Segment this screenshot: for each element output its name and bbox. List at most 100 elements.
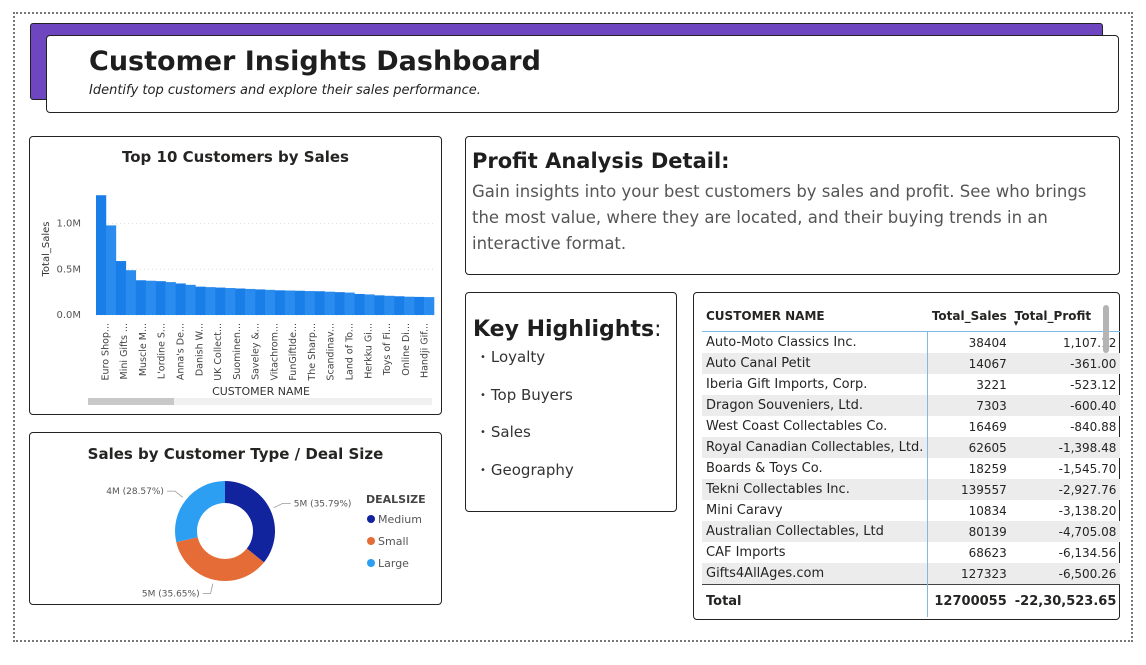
table-row[interactable]: Gifts4AllAges.com 127323 -6,500.26	[702, 563, 1121, 585]
donut-data-label: 4M (28.57%)	[106, 487, 164, 497]
y-tick-label: 1.0M	[56, 219, 81, 230]
customer-name-cell: Royal Canadian Collectables, Ltd.	[702, 437, 929, 458]
x-tick-label: The Sharp...	[307, 323, 318, 382]
total-sales-cell: 7303	[927, 395, 1011, 416]
bar-mark[interactable]	[404, 296, 415, 315]
bar-mark[interactable]	[265, 289, 276, 315]
highlight-item-geography: Geography	[480, 461, 574, 499]
bar-mark[interactable]	[105, 225, 117, 315]
header-card: Customer Insights Dashboard Identify top…	[46, 35, 1119, 113]
y-tick-label: 0.0M	[56, 310, 81, 321]
bar-mark[interactable]	[96, 195, 107, 315]
total-label: Total	[702, 584, 929, 617]
bar-mark[interactable]	[394, 296, 405, 315]
bar-mark[interactable]	[245, 288, 256, 315]
bar-mark[interactable]	[125, 270, 137, 315]
bar-mark[interactable]	[155, 281, 166, 315]
key-highlights-title: Key Highlights:	[473, 317, 661, 342]
bar-mark[interactable]	[364, 294, 375, 315]
page-title: Customer Insights Dashboard	[89, 46, 541, 77]
total-profit-cell: -840.88	[1070, 419, 1117, 434]
x-tick-label: Online Di...	[401, 323, 412, 376]
legend-item[interactable]: Large	[378, 557, 409, 570]
legend-item[interactable]: Small	[378, 535, 409, 548]
col-header-total-profit-label: Total_Profit	[1014, 309, 1092, 323]
x-tick-label: Herkku Gi...	[363, 323, 374, 379]
table-row[interactable]: Australian Collectables, Ltd 80139 -4,705.…	[702, 521, 1121, 542]
bar-mark[interactable]	[294, 290, 306, 315]
legend-item[interactable]: Medium	[378, 513, 422, 526]
horizontal-scrollbar-thumb[interactable]	[88, 398, 174, 405]
bar-mark[interactable]	[314, 291, 325, 315]
bar-mark[interactable]	[175, 283, 186, 315]
table-row[interactable]: CAF Imports 68623 -6,134.56	[702, 542, 1120, 563]
bar-mark[interactable]	[165, 282, 176, 315]
bar-mark[interactable]	[414, 296, 425, 315]
bar-mark[interactable]	[255, 289, 266, 315]
table-row[interactable]: Boards & Toys Co. 18259 -1,545.70	[702, 458, 1120, 479]
bar-mark[interactable]	[145, 280, 156, 315]
customer-name-cell: Dragon Souveniers, Ltd.	[702, 395, 929, 416]
bar-mark[interactable]	[354, 293, 365, 315]
leader-line	[166, 490, 184, 498]
bar-mark[interactable]	[225, 288, 236, 315]
bar-mark[interactable]	[344, 292, 355, 315]
table-row[interactable]: Dragon Souveniers, Ltd. 7303 -600.40	[702, 395, 1121, 416]
col-header-total-sales[interactable]: Total_Sales	[927, 301, 1011, 332]
table-row[interactable]: Mini Caravy 10834 -3,138.20	[702, 500, 1120, 521]
bar-mark[interactable]	[135, 280, 147, 315]
table-row[interactable]: Auto Canal Petit 14067 -361.00	[702, 353, 1121, 374]
y-tick-label: 0.5M	[56, 264, 81, 275]
top-customers-chart-card[interactable]: Top 10 Customers by Sales 0.0M 0.5M 1.0M E…	[29, 136, 442, 415]
customer-table: CUSTOMER NAME Total_Sales Total_Profit ▾ …	[702, 301, 1121, 617]
deal-size-chart-card[interactable]: Sales by Customer Type / Deal Size 5M (3…	[29, 432, 442, 605]
customer-name-cell: Iberia Gift Imports, Corp.	[702, 374, 929, 395]
bar-mark[interactable]	[195, 286, 206, 315]
bar-mark[interactable]	[205, 287, 216, 315]
total-sales-cell: 139557	[927, 479, 1011, 500]
bar-mark[interactable]	[235, 288, 246, 315]
bar-mark[interactable]	[185, 284, 196, 315]
table-row[interactable]: Tekni Collectables Inc. 139557 -2,927.76	[702, 479, 1121, 500]
total-sales-cell: 3221	[976, 377, 1007, 392]
bar-mark[interactable]	[215, 287, 226, 315]
bar-mark[interactable]	[304, 291, 316, 315]
customer-name-cell: Auto-Moto Classics Inc.	[702, 331, 929, 353]
table-row[interactable]: Iberia Gift Imports, Corp. 3221 -523.12	[702, 374, 1120, 395]
page-subtitle: Identify top customers and explore their…	[89, 83, 481, 98]
table-row[interactable]: West Coast Collectables Co. 16469 -840.88	[702, 416, 1120, 437]
bar-mark[interactable]	[115, 261, 127, 315]
table-row[interactable]: Royal Canadian Collectables, Ltd. 62605 -1…	[702, 437, 1121, 458]
sort-descending-icon[interactable]: ▾	[1014, 319, 1019, 329]
total-profit-value: -22,30,523.65	[1010, 584, 1121, 617]
x-axis-label: CUSTOMER NAME	[212, 385, 310, 398]
leader-line	[273, 502, 291, 509]
bar-mark[interactable]	[424, 297, 435, 315]
total-profit-cell: -6,134.56	[1058, 545, 1117, 560]
total-sales-cell: 14067	[927, 353, 1011, 374]
total-profit-cell: -1,398.48	[1010, 437, 1121, 458]
customer-name-cell: Boards & Toys Co.	[702, 458, 929, 479]
vertical-scrollbar-thumb[interactable]	[1103, 305, 1109, 353]
bar-mark[interactable]	[274, 290, 286, 315]
bar-mark[interactable]	[384, 295, 395, 315]
highlight-item-top-buyers: Top Buyers	[480, 386, 574, 424]
bar-mark[interactable]	[374, 295, 385, 315]
total-profit-cell: -1,545.70	[1058, 461, 1117, 476]
table-total-row: Total 12700055 -22,30,523.65	[702, 584, 1121, 617]
customer-name-cell: Gifts4AllAges.com	[702, 563, 929, 585]
col-header-customer-name[interactable]: CUSTOMER NAME	[702, 301, 928, 332]
donut-slice-large[interactable]	[175, 481, 225, 543]
table-row[interactable]: Auto-Moto Classics Inc. 38404 1,107.12	[702, 331, 1120, 353]
x-tick-label: Scandinav...	[326, 323, 337, 381]
total-profit-cell: -3,138.20	[1058, 503, 1117, 518]
customer-table-card[interactable]: CUSTOMER NAME Total_Sales Total_Profit ▾ …	[693, 292, 1121, 620]
bar-mark[interactable]	[324, 291, 335, 315]
y-axis-label: Total_Sales	[41, 222, 52, 278]
bar-mark[interactable]	[284, 290, 296, 315]
legend-swatch	[367, 559, 375, 567]
donut-slice-medium[interactable]	[225, 481, 275, 563]
bar-mark[interactable]	[334, 292, 345, 315]
total-sales-cell: 80139	[927, 521, 1011, 542]
donut-chart: 5M (35.79%) 5M (35.65%) 4M (28.57%) DEALSI…	[106, 481, 426, 599]
